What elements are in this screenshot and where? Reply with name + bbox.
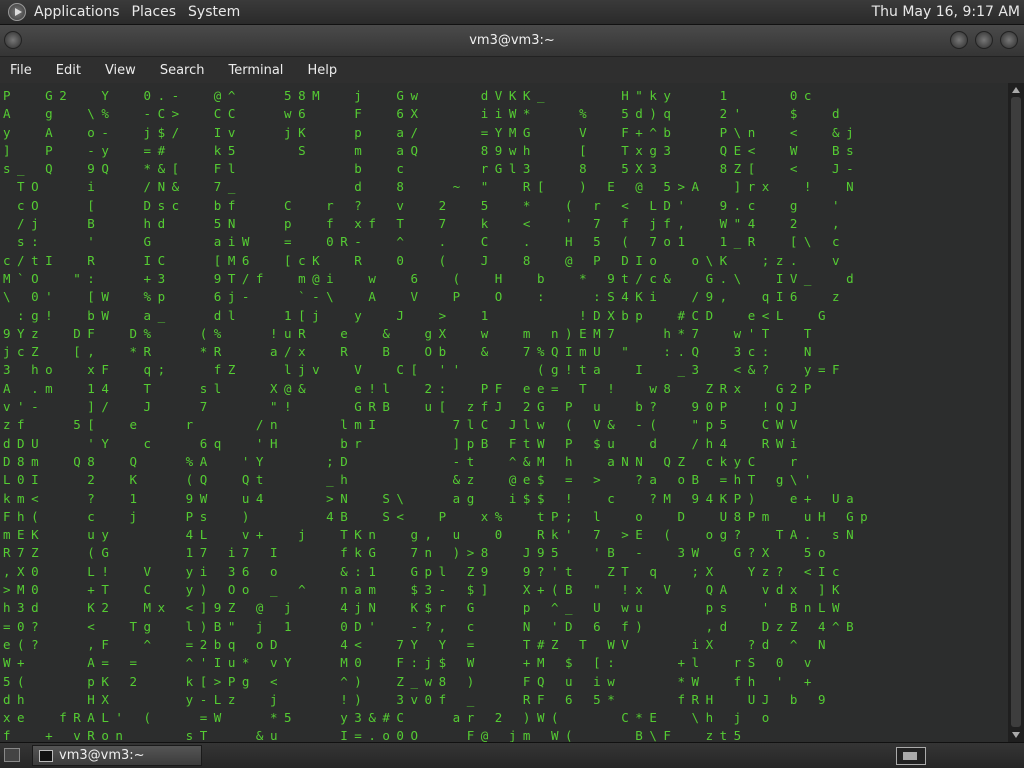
applications-menu[interactable]: Applications xyxy=(30,4,128,20)
scroll-down-icon[interactable] xyxy=(1012,732,1020,738)
bottom-panel: vm3@vm3:~ xyxy=(0,742,1024,768)
show-desktop-icon[interactable] xyxy=(4,748,20,762)
menu-edit[interactable]: Edit xyxy=(56,63,81,78)
taskbar-window-button[interactable]: vm3@vm3:~ xyxy=(32,745,202,766)
top-panel: Applications Places System Thu May 16, 9… xyxy=(0,0,1024,25)
menu-terminal[interactable]: Terminal xyxy=(228,63,283,78)
system-menu[interactable]: System xyxy=(184,4,248,20)
terminal-icon xyxy=(39,749,53,762)
terminal-scrollbar[interactable] xyxy=(1008,83,1024,742)
terminal-output[interactable]: P G 2 Y 0 . - @ ^ 5 8 M j G w d V K K _ … xyxy=(0,83,1008,742)
minimize-button[interactable] xyxy=(950,31,968,49)
window-titlebar[interactable]: vm3@vm3:~ xyxy=(0,25,1024,57)
scroll-thumb[interactable] xyxy=(1011,97,1021,727)
panel-clock[interactable]: Thu May 16, 9:17 AM xyxy=(872,4,1020,20)
terminal-menubar: File Edit View Search Terminal Help xyxy=(0,57,1024,83)
gnome-foot-icon[interactable] xyxy=(8,3,26,21)
matrix-rain-text: P G 2 Y 0 . - @ ^ 5 8 M j G w d V K K _ … xyxy=(3,88,868,742)
menu-view[interactable]: View xyxy=(105,63,136,78)
close-button[interactable] xyxy=(1000,31,1018,49)
taskbar-window-label: vm3@vm3:~ xyxy=(59,748,145,763)
maximize-button[interactable] xyxy=(975,31,993,49)
scroll-up-icon[interactable] xyxy=(1012,87,1020,93)
menu-file[interactable]: File xyxy=(10,63,32,78)
window-title: vm3@vm3:~ xyxy=(469,33,555,48)
workspace-switcher[interactable] xyxy=(896,747,926,765)
places-menu[interactable]: Places xyxy=(128,4,185,20)
menu-search[interactable]: Search xyxy=(160,63,205,78)
menu-help[interactable]: Help xyxy=(307,63,337,78)
